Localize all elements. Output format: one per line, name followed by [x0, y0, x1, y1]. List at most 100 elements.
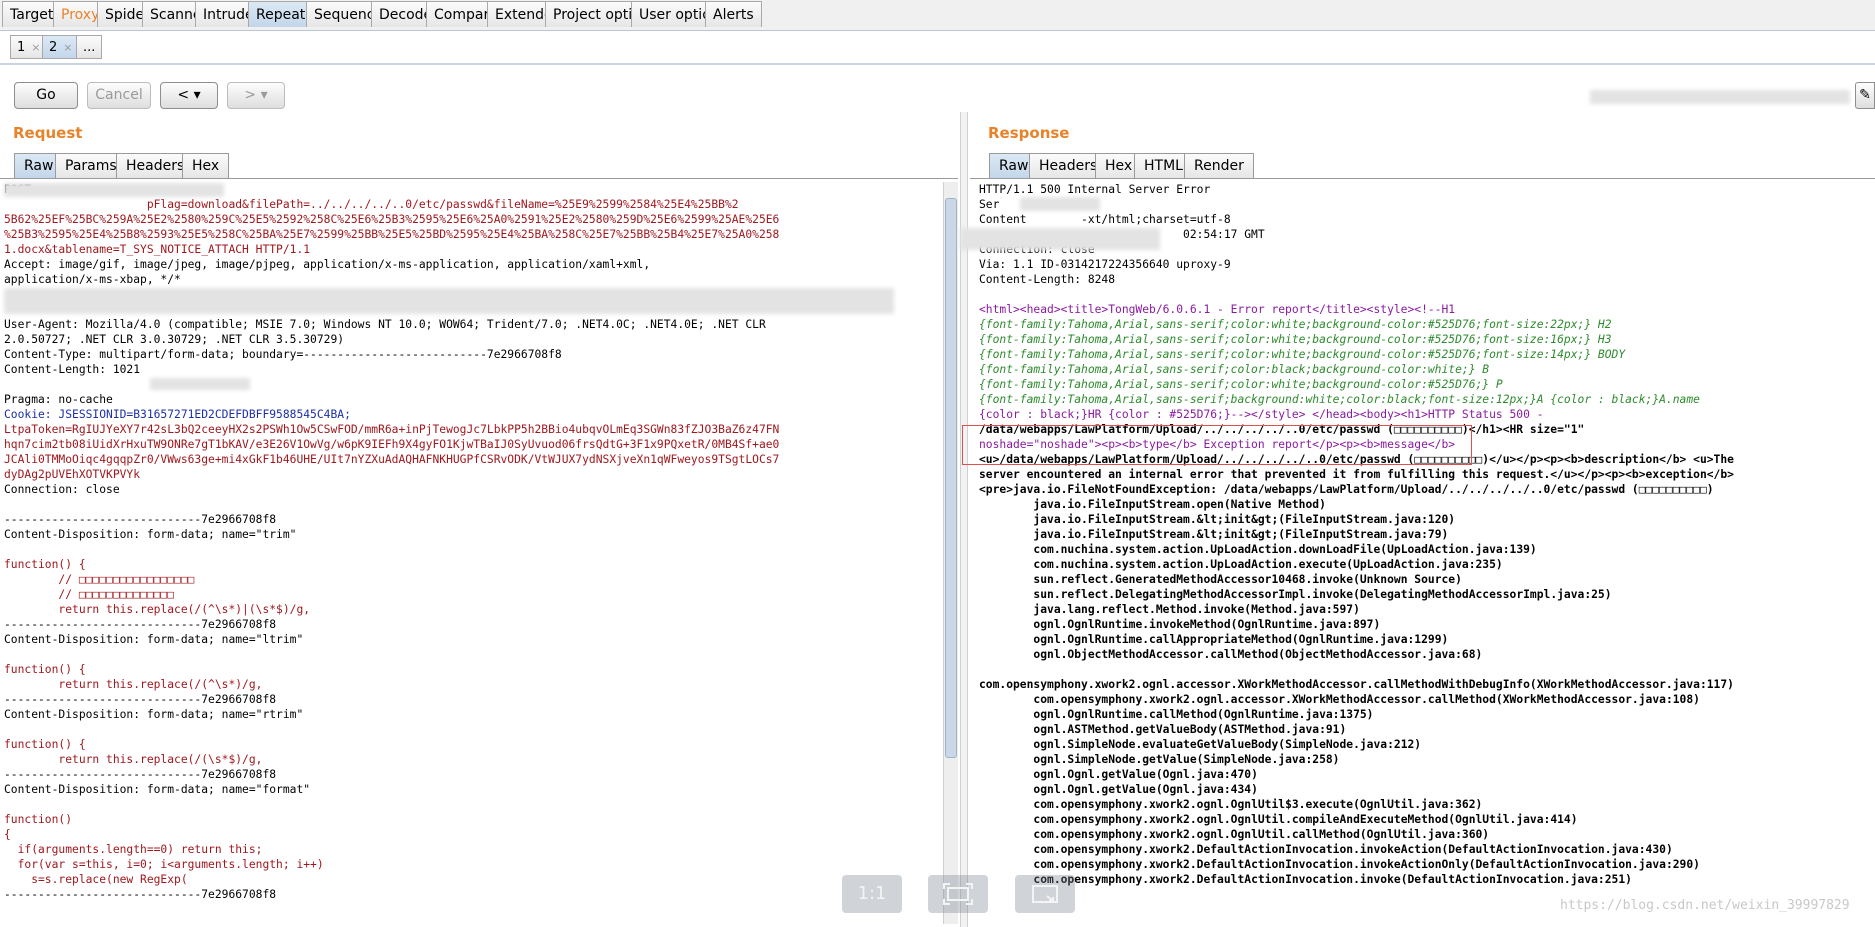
request-line: dyDAg2pUVEhXOTVKPVYk [4, 468, 141, 481]
request-line: Content-Disposition: form-data; name="rt… [4, 708, 304, 721]
response-line: {font-family:Tahoma,Arial,sans-serif;col… [979, 378, 1503, 391]
request-line [4, 647, 942, 662]
response-line: java.io.FileInputStream.&lt;init&gt;(Fil… [979, 513, 1456, 526]
fullscreen-icon[interactable] [1015, 875, 1075, 913]
response-line: com.opensymphony.xwork2.ognl.accessor.XW… [979, 693, 1700, 706]
response-line: <html><head><title>TongWeb/6.0.6.1 - Err… [979, 303, 1456, 316]
request-line: Pragma: no-cache [4, 393, 113, 406]
response-line: java.io.FileInputStream.&lt;init&gt;(Fil… [979, 528, 1449, 541]
request-line: -----------------------------7e2966708f8 [4, 768, 277, 781]
request-line: return this.replace(/(^\s*)|(\s*$)/g, [4, 603, 311, 616]
response-line: Content -xt/html;charset=utf-8 [979, 213, 1231, 226]
response-line: Ser [979, 198, 1000, 211]
response-line: ognl.ASTMethod.getValueBody(ASTMethod.ja… [979, 723, 1347, 736]
response-title: Response [988, 124, 1070, 142]
request-line: Content-Disposition: form-data; name="fo… [4, 783, 311, 796]
request-line: JCAli0TMMoOiqc4gqqpZr0/VWws63ge+mi4xGkF1… [4, 453, 780, 466]
redacted-date-header [960, 228, 1160, 250]
fit-screen-icon[interactable] [928, 875, 988, 913]
request-line: function() { [4, 663, 86, 676]
response-line: {color : black;}HR {color : #525D76;}-->… [979, 408, 1544, 421]
sub-tab-separator [0, 63, 1875, 65]
response-line: java.io.FileInputStream.open(Native Meth… [979, 498, 1326, 511]
request-line: Cookie: JSESSIONID=B31657271ED2CDEFDBFF9… [4, 408, 351, 421]
response-line: com.nuchina.system.action.UpLoadAction.e… [979, 558, 1503, 571]
request-scroll-thumb[interactable] [945, 198, 957, 758]
request-line: s=s.replace(new RegExp( [4, 873, 188, 886]
response-editor[interactable]: HTTP/1.1 500 Internal Server Error Ser Con… [979, 182, 1873, 900]
response-line [979, 662, 1873, 677]
response-line: java.lang.reflect.Method.invoke(Method.j… [979, 603, 1360, 616]
redacted-request-headers [4, 288, 894, 314]
request-line: -----------------------------7e2966708f8 [4, 888, 277, 901]
request-line: -----------------------------7e2966708f8 [4, 513, 277, 526]
request-line: // □□□□□□□□□□□□□□□□□ [4, 573, 195, 586]
response-line: {font-family:Tahoma,Arial,sans-serif;col… [979, 333, 1612, 346]
request-line: pFlag=download&filePath=../../../../..0/… [4, 198, 739, 211]
request-tab-hex[interactable]: Hex [182, 153, 230, 179]
request-line: for(var s=this, i=0; i<arguments.length;… [4, 858, 324, 871]
redacted-server-header [1020, 197, 1100, 211]
back-button[interactable]: < ▾ [160, 82, 218, 109]
repeater-tab-1-label: 1 [17, 40, 26, 55]
response-line: com.nuchina.system.action.UpLoadAction.d… [979, 543, 1537, 556]
edit-target-icon[interactable]: ✎ [1855, 82, 1875, 109]
repeater-tab-2-label: 2 [49, 40, 58, 55]
forward-button[interactable]: > ▾ [227, 82, 285, 109]
request-line: %25B3%2595%25E4%25B8%2593%25E5%258C%25BA… [4, 228, 780, 241]
response-line: ognl.Ognl.getValue(Ognl.java:470) [979, 768, 1258, 781]
response-line: ognl.ObjectMethodAccessor.callMethod(Obj… [979, 648, 1483, 661]
error-path-highlight [962, 425, 1472, 465]
response-line: {font-family:Tahoma,Arial,sans-serif;col… [979, 318, 1612, 331]
response-line: Via: 1.1 ID-0314217224356640 uproxy-9 [979, 258, 1231, 271]
request-line: hqn7cim2tb08iUidXrHxuTW9ONRe7gT1bKAV/e3E… [4, 438, 780, 451]
repeater-tab-2[interactable]: 2 × [42, 35, 80, 59]
request-line: function() [4, 813, 73, 826]
cancel-button[interactable]: Cancel [87, 82, 151, 109]
response-line: com.opensymphony.xwork2.ognl.OgnlUtil.co… [979, 813, 1578, 826]
redacted-target-host [1590, 90, 1850, 104]
main-tab-bar: Target Proxy Spider Scanner Intruder Rep… [0, 0, 1875, 31]
response-line: <pre>java.io.FileNotFoundException: /dat… [979, 483, 1714, 496]
response-line: sun.reflect.DelegatingMethodAccessorImpl… [979, 588, 1612, 601]
response-tab-render[interactable]: Render [1184, 153, 1254, 179]
request-line: function() { [4, 558, 86, 571]
request-line: -----------------------------7e2966708f8 [4, 618, 277, 631]
response-line: HTTP/1.1 500 Internal Server Error [979, 183, 1211, 196]
request-tab-underline [0, 178, 958, 179]
request-line: Content-Disposition: form-data; name="tr… [4, 528, 297, 541]
request-line: 5B62%25EF%25BC%259A%25E2%2580%259C%25E5%… [4, 213, 780, 226]
close-icon[interactable]: × [63, 41, 72, 54]
response-line: com.opensymphony.xwork2.ognl.accessor.XW… [979, 678, 1734, 691]
request-line: Content-Disposition: form-data; name="lt… [4, 633, 304, 646]
repeater-tab-new[interactable]: ... [76, 35, 103, 59]
response-line: {font-family:Tahoma,Arial,sans-serif;col… [979, 363, 1490, 376]
response-line: server encountered an internal error tha… [979, 468, 1734, 481]
go-button[interactable]: Go [14, 82, 78, 109]
request-line: -----------------------------7e2966708f8 [4, 693, 277, 706]
request-line [4, 797, 942, 812]
repeater-sub-tab-bar: 1 × 2 × ... [0, 32, 1875, 62]
tab-alerts[interactable]: Alerts [705, 1, 762, 27]
response-line: ognl.OgnlRuntime.invokeMethod(OgnlRuntim… [979, 618, 1381, 631]
response-line: ognl.SimpleNode.evaluateGetValueBody(Sim… [979, 738, 1422, 751]
response-line: Content-Length: 8248 [979, 273, 1116, 286]
request-line: Connection: close [4, 483, 120, 496]
watermark: https://blog.csdn.net/weixin_39997829 [1560, 898, 1850, 913]
response-tab-underline [970, 178, 1875, 179]
request-line: 2.0.50727; .NET CLR 3.0.30729; .NET CLR … [4, 333, 345, 346]
response-line: {font-family:Tahoma,Arial,sans-serif;col… [979, 348, 1626, 361]
request-line [4, 722, 942, 737]
actual-size-button[interactable]: 1:1 [842, 875, 902, 913]
response-line: ognl.OgnlRuntime.callMethod(OgnlRuntime.… [979, 708, 1374, 721]
redacted-request-header [150, 378, 250, 390]
response-line: {font-family:Tahoma,Arial,sans-serif;bac… [979, 393, 1700, 406]
close-icon[interactable]: × [31, 41, 40, 54]
response-line: ognl.SimpleNode.getValue(SimpleNode.java… [979, 753, 1340, 766]
request-scrollbar[interactable] [943, 182, 958, 924]
response-line: ognl.Ognl.getValue(Ognl.java:434) [979, 783, 1258, 796]
request-line: 1.docx&tablename=T_SYS_NOTICE_ATTACH HTT… [4, 243, 311, 256]
response-line: com.opensymphony.xwork2.DefaultActionInv… [979, 858, 1700, 871]
request-line: return this.replace(/(^\s*)/g, [4, 678, 263, 691]
response-line: com.opensymphony.xwork2.DefaultActionInv… [979, 873, 1632, 886]
